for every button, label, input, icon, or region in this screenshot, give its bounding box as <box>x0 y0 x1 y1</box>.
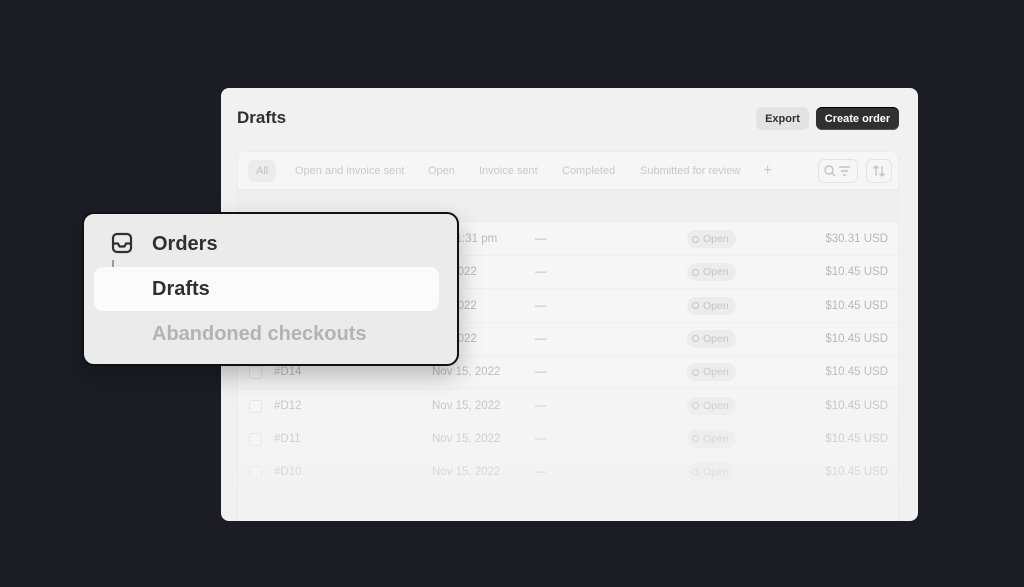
status-badge: Open <box>687 263 736 282</box>
status-badge: Open <box>687 396 736 415</box>
tab-open[interactable]: Open <box>420 160 463 182</box>
order-customer: — <box>535 332 547 345</box>
status-badge: Open <box>687 230 736 248</box>
status-label: Open <box>703 299 729 312</box>
nav-label-drafts: Drafts <box>152 277 210 300</box>
order-total: $10.45 USD <box>825 366 888 379</box>
tab-all[interactable]: All <box>248 160 277 182</box>
search-filter-button[interactable] <box>818 159 858 183</box>
order-total: $10.45 USD <box>825 399 888 412</box>
search-filter-icon <box>824 165 850 177</box>
row-checkbox[interactable] <box>249 466 262 480</box>
nav-label-abandoned-checkouts: Abandoned checkouts <box>152 322 367 345</box>
row-checkbox[interactable] <box>249 399 262 413</box>
status-dot-icon <box>692 335 699 343</box>
order-date: Nov 15, 2022 <box>432 466 501 479</box>
status-dot-icon <box>692 402 699 409</box>
order-total: $10.45 USD <box>825 432 888 445</box>
export-button[interactable]: Export <box>756 107 809 130</box>
navigation-popup: Orders Drafts Abandoned checkouts <box>82 212 459 366</box>
order-total: $10.45 USD <box>825 332 888 345</box>
tab-submitted-for-review[interactable]: Submitted for review <box>632 160 748 182</box>
order-customer: — <box>535 366 547 379</box>
status-dot-icon <box>692 368 699 376</box>
order-number: #D11 <box>274 432 301 445</box>
status-badge: Open <box>687 363 736 382</box>
order-customer: — <box>535 233 547 245</box>
order-total: $30.31 USD <box>825 233 888 245</box>
filter-tabs: All Open and invoice sent Open Invoice s… <box>238 152 898 190</box>
status-dot-icon <box>692 302 699 310</box>
table-row[interactable]: #D11 Nov 15, 2022 — Open $10.45 USD <box>238 423 898 456</box>
order-customer: — <box>535 399 547 412</box>
status-label: Open <box>703 332 729 345</box>
status-badge: Open <box>687 463 736 482</box>
order-customer: — <box>535 466 547 479</box>
status-badge: Open <box>687 429 736 448</box>
row-checkbox[interactable] <box>249 366 262 380</box>
nav-item-drafts[interactable]: Drafts <box>94 267 439 311</box>
status-dot-icon <box>692 235 699 243</box>
nav-item-orders[interactable]: Orders <box>94 222 439 266</box>
create-order-button[interactable]: Create order <box>816 107 899 130</box>
order-customer: — <box>535 432 547 445</box>
order-date: Nov 15, 2022 <box>432 432 501 445</box>
status-label: Open <box>703 366 729 379</box>
nav-item-abandoned-checkouts[interactable]: Abandoned checkouts <box>94 312 439 356</box>
order-customer: — <box>535 299 547 312</box>
order-date: Nov 15, 2022 <box>432 366 501 379</box>
sort-icon <box>873 165 885 177</box>
status-dot-icon <box>692 435 699 443</box>
status-badge: Open <box>687 296 736 315</box>
stage: Drafts Export Create order All Open and … <box>0 0 1024 587</box>
status-dot-icon <box>692 268 699 276</box>
table-row[interactable]: #D10 Nov 15, 2022 — Open $10.45 USD <box>238 456 898 490</box>
order-number: #D10 <box>274 466 302 479</box>
status-label: Open <box>703 466 729 479</box>
order-total: $10.45 USD <box>825 299 888 312</box>
order-customer: — <box>535 266 547 279</box>
order-date: Nov 15, 2022 <box>432 399 501 412</box>
row-checkbox[interactable] <box>249 432 262 446</box>
inbox-icon <box>111 232 133 254</box>
order-number: #D14 <box>274 366 302 379</box>
status-badge: Open <box>687 329 736 348</box>
status-dot-icon <box>692 468 699 476</box>
add-view-button[interactable]: + <box>755 160 780 182</box>
status-label: Open <box>703 399 729 412</box>
nav-label-orders: Orders <box>152 232 218 255</box>
tab-open-and-invoice-sent[interactable]: Open and invoice sent <box>287 160 412 182</box>
tab-invoice-sent[interactable]: Invoice sent <box>471 160 546 182</box>
order-number: #D12 <box>274 399 302 412</box>
table-row[interactable]: #D12 Nov 15, 2022 — Open $10.45 USD <box>238 390 898 423</box>
sort-button[interactable] <box>866 159 892 183</box>
tab-completed[interactable]: Completed <box>554 160 623 182</box>
status-label: Open <box>703 233 729 245</box>
order-total: $10.45 USD <box>825 466 888 479</box>
page-title: Drafts <box>237 108 287 127</box>
status-label: Open <box>703 432 729 445</box>
order-total: $10.45 USD <box>825 266 888 279</box>
status-label: Open <box>703 266 729 279</box>
